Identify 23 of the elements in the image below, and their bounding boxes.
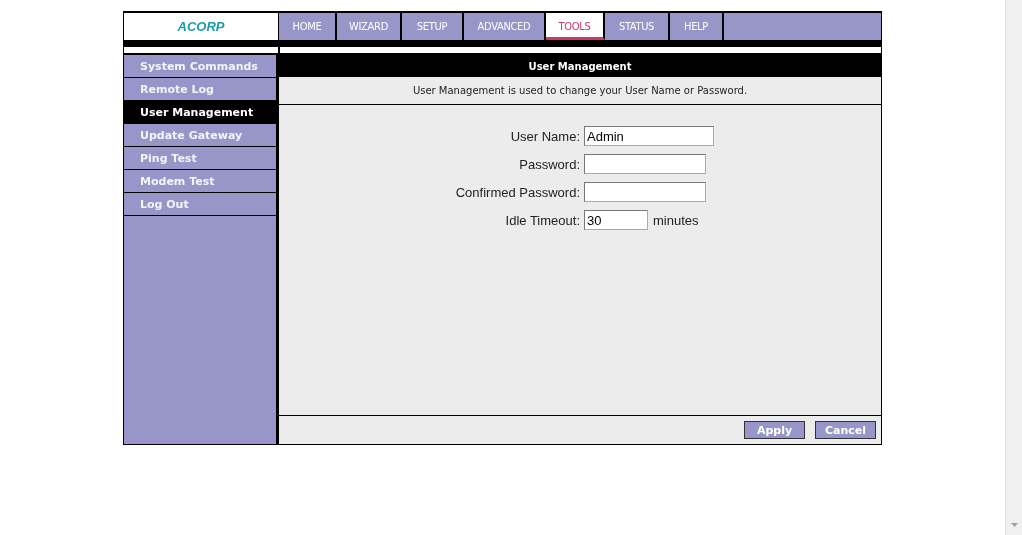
unit-label: minutes: [652, 212, 700, 228]
logo: ACORP: [177, 19, 225, 34]
input-field[interactable]: [584, 182, 706, 202]
sidebar-item[interactable]: User Management: [124, 101, 276, 124]
panel-title: User Management: [279, 55, 881, 77]
scrollbar[interactable]: [1005, 0, 1022, 535]
sidebar-item[interactable]: Update Gateway: [124, 124, 276, 147]
sidebar-item[interactable]: Log Out: [124, 193, 276, 216]
field-label: Password:: [518, 156, 581, 172]
apply-button[interactable]: Apply: [744, 421, 805, 439]
sidebar-item[interactable]: Modem Test: [124, 170, 276, 193]
field-label: Idle Timeout:: [504, 212, 581, 228]
field-label: User Name:: [509, 128, 581, 144]
description-text: User Management is used to change your User Name or Password.: [412, 85, 748, 96]
sidebar-item[interactable]: Ping Test: [124, 147, 276, 170]
input-field[interactable]: [584, 154, 706, 174]
cancel-button[interactable]: Cancel: [815, 421, 876, 439]
scroll-down-icon[interactable]: [1010, 523, 1018, 527]
nav-tab[interactable]: TOOLS: [546, 13, 605, 40]
sidebar-item[interactable]: System Commands: [124, 55, 276, 78]
field-label: Confirmed Password:: [454, 184, 581, 200]
input-field[interactable]: Admin: [584, 126, 714, 146]
input-field[interactable]: 30: [584, 210, 648, 230]
